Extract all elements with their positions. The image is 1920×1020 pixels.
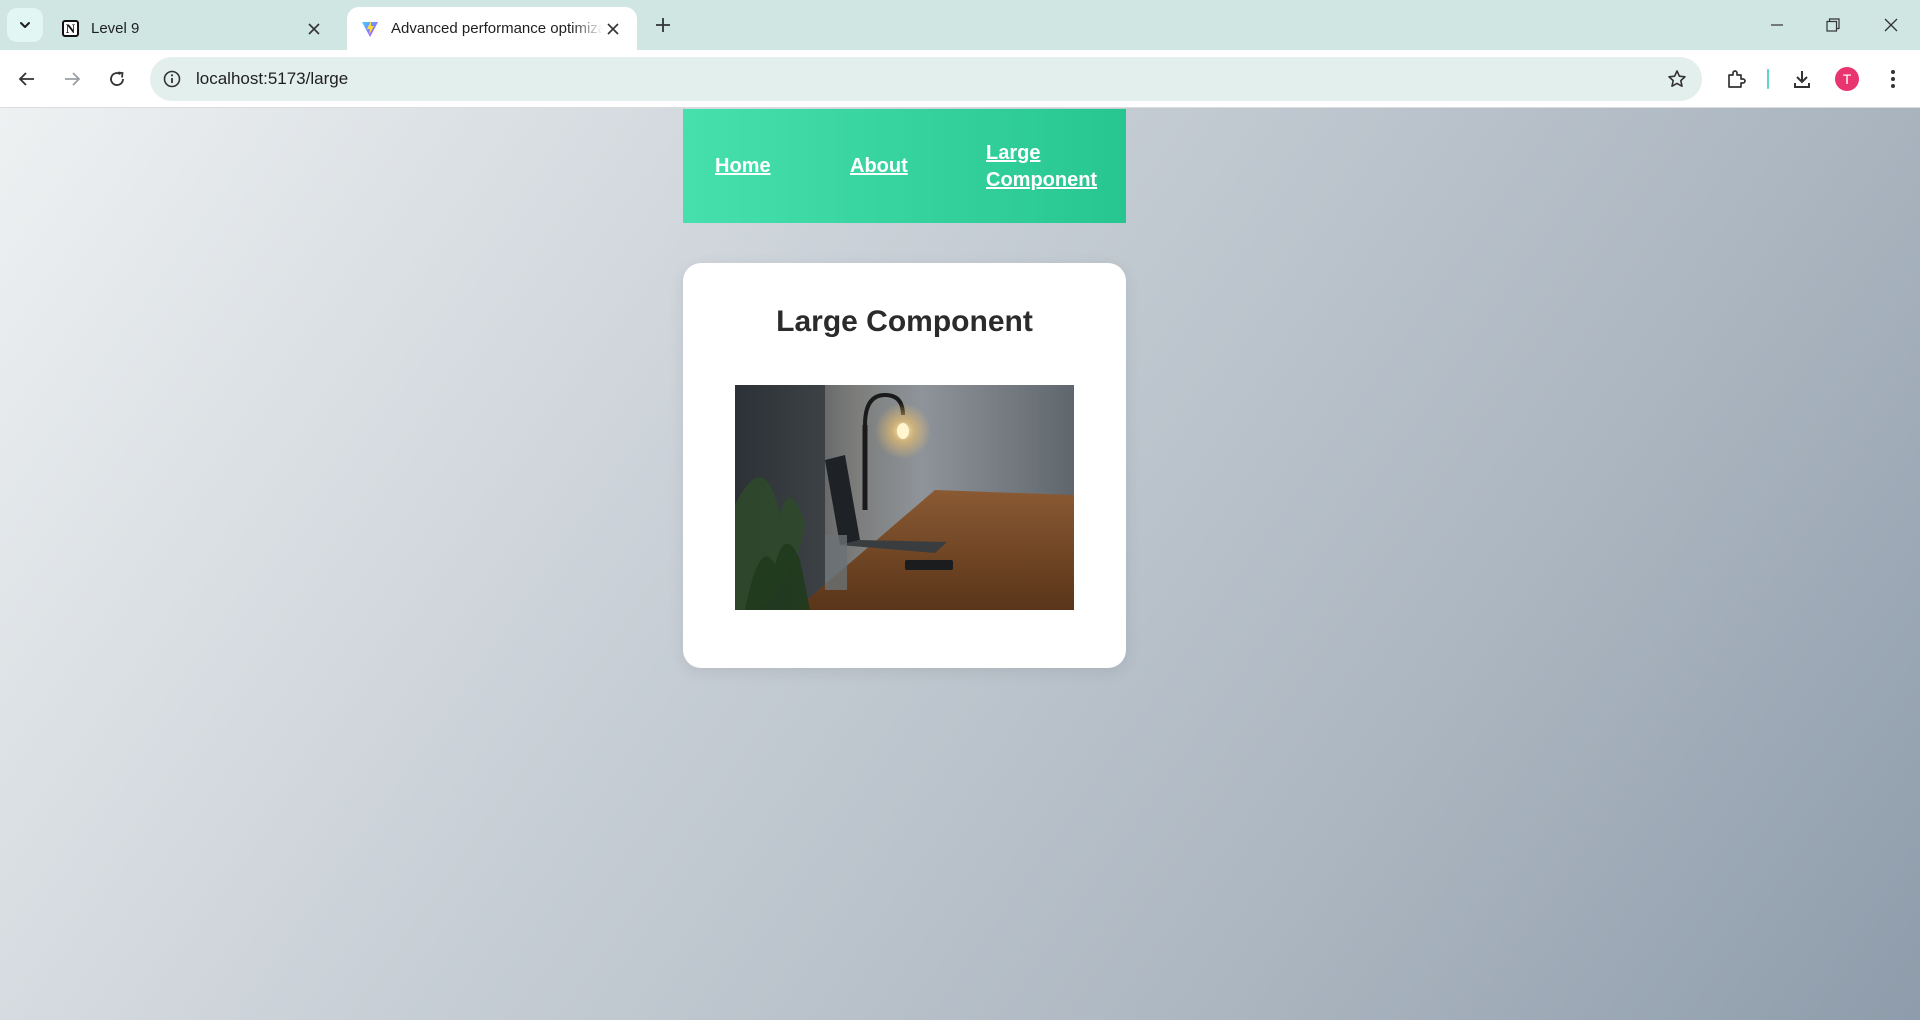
vite-icon — [362, 20, 378, 37]
site-info-icon[interactable] — [162, 69, 182, 89]
nav-link-about[interactable]: About — [850, 153, 908, 180]
arrow-right-icon — [65, 72, 81, 86]
new-tab-button[interactable] — [652, 14, 674, 36]
arrow-left-icon — [18, 72, 34, 86]
close-icon — [1884, 18, 1898, 32]
nav-link-home[interactable]: Home — [715, 153, 771, 180]
forward-button[interactable] — [58, 65, 86, 93]
minimize-button[interactable] — [1762, 10, 1792, 40]
plus-icon — [656, 18, 670, 32]
restore-icon — [1826, 18, 1840, 32]
menu-button[interactable] — [1880, 66, 1906, 92]
chevron-down-icon — [20, 22, 30, 28]
tab-search-button[interactable] — [7, 8, 43, 42]
toolbar-separator — [1767, 69, 1769, 89]
page-viewport: Home About Large Component Large Compone… — [0, 108, 1920, 1020]
page-title: Large Component — [776, 305, 1033, 338]
content-card: Large Component — [683, 263, 1126, 668]
tab-strip: N Level 9 Advanced performance optimizat… — [0, 0, 1920, 50]
tab-title: Level 9 — [91, 20, 140, 37]
desk-photo — [735, 385, 1074, 610]
close-tab-icon[interactable] — [603, 19, 623, 39]
tab-title: Advanced performance optimization — [391, 20, 603, 37]
bookmark-star-icon[interactable] — [1666, 68, 1688, 90]
browser-toolbar: localhost:5173/large T — [0, 50, 1920, 108]
notion-icon: N — [62, 20, 79, 37]
nav-link-large-component[interactable]: Large Component — [986, 140, 1106, 194]
back-button[interactable] — [13, 65, 41, 93]
tab-advanced-performance[interactable]: Advanced performance optimization — [347, 7, 637, 50]
downloads-button[interactable] — [1789, 66, 1815, 92]
app-navbar: Home About Large Component — [683, 109, 1126, 223]
tab-level-9[interactable]: N Level 9 — [48, 7, 338, 50]
close-tab-icon[interactable] — [304, 19, 324, 39]
reload-button[interactable] — [103, 65, 131, 93]
profile-avatar[interactable]: T — [1835, 67, 1859, 91]
restore-button[interactable] — [1818, 10, 1848, 40]
puzzle-icon — [1728, 70, 1746, 88]
url-text: localhost:5173/large — [196, 69, 349, 88]
extensions-button[interactable] — [1723, 66, 1749, 92]
minimize-icon — [1771, 24, 1783, 26]
close-window-button[interactable] — [1876, 10, 1906, 40]
more-vertical-icon — [1891, 70, 1895, 88]
address-bar[interactable]: localhost:5173/large — [150, 57, 1702, 101]
reload-icon — [110, 71, 124, 86]
download-icon — [1794, 71, 1810, 88]
